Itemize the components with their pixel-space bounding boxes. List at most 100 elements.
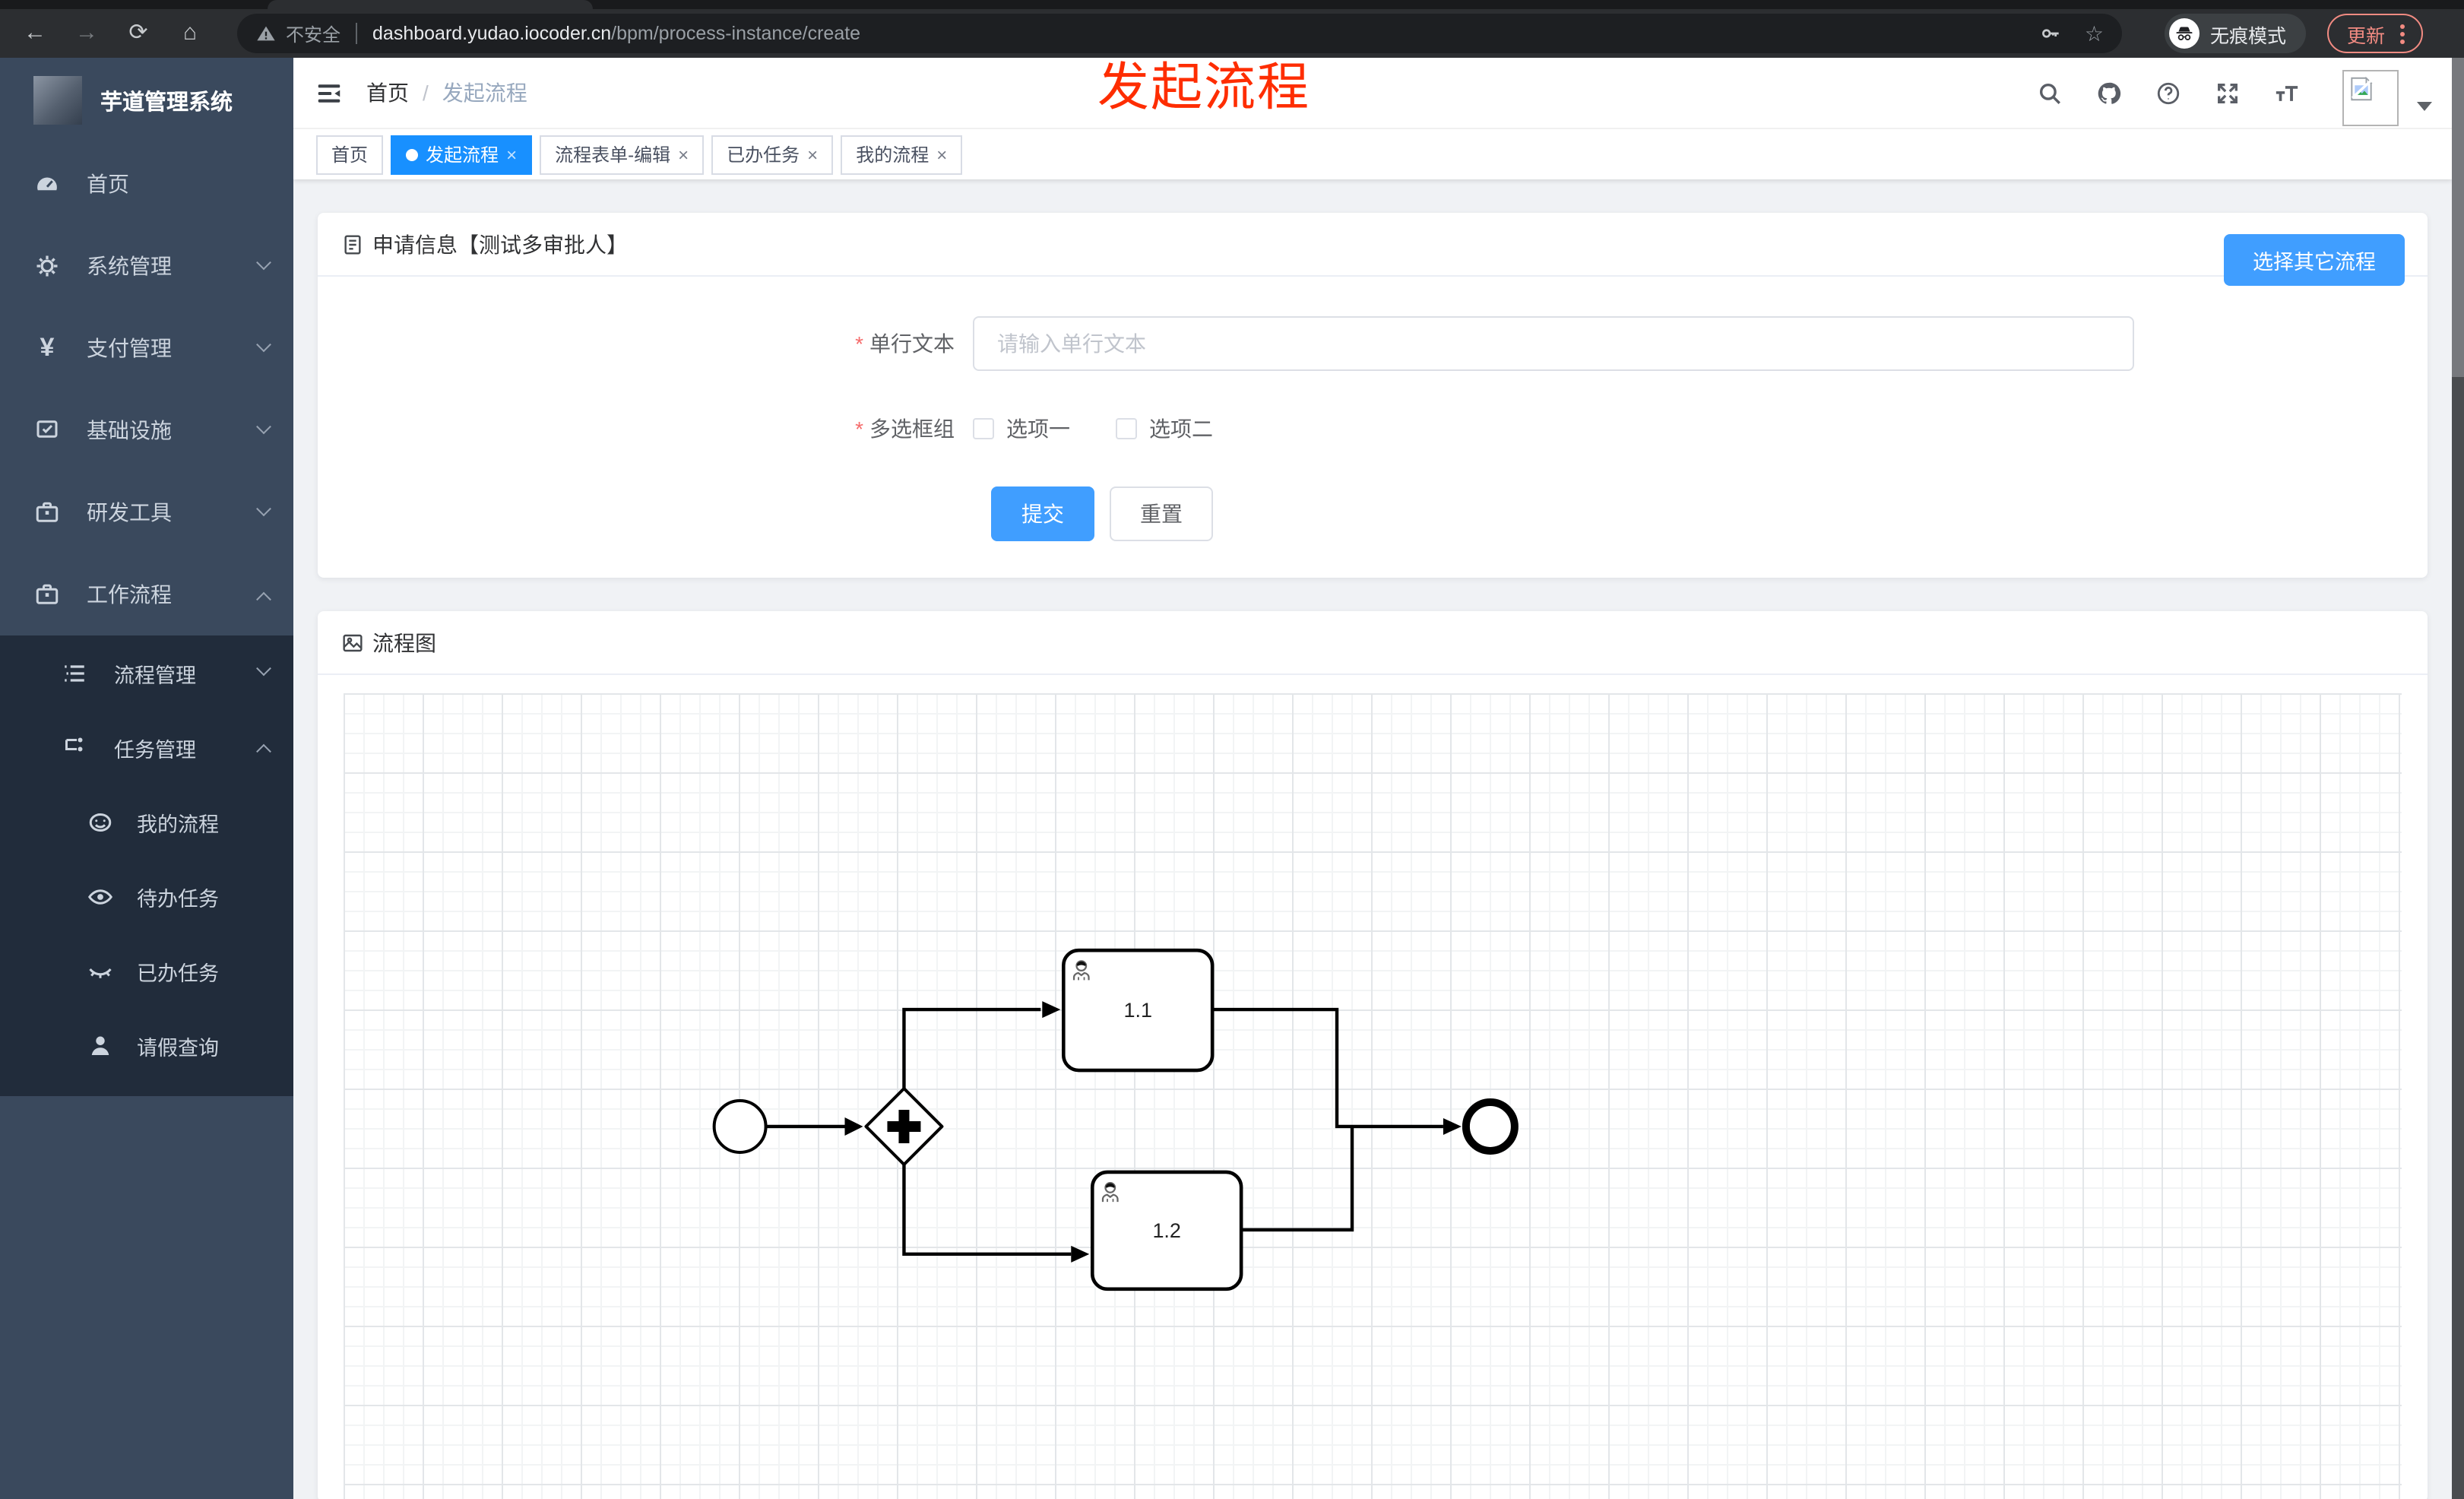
chevron-down-icon	[256, 336, 271, 352]
hamburger-icon[interactable]	[315, 78, 344, 107]
eye-closed-icon	[87, 957, 114, 984]
breadcrumb-home[interactable]: 首页	[366, 78, 409, 108]
avatar-caret-icon[interactable]	[2417, 102, 2432, 119]
scrollbar-thumb[interactable]	[2452, 58, 2464, 377]
sidebar-item-leave-query[interactable]: 请假查询	[0, 1008, 293, 1082]
text-field-label: * 单行文本	[855, 331, 955, 356]
arrowhead-icon	[844, 1117, 863, 1136]
sidebar-item-label: 系统管理	[87, 254, 172, 278]
browser-home-icon[interactable]: ⌂	[176, 20, 204, 47]
browser-back-icon[interactable]: ←	[21, 20, 49, 47]
chevron-down-icon	[256, 661, 271, 677]
page-scrollbar[interactable]	[2452, 58, 2464, 1499]
bpmn-flow-gateway-task1[interactable]	[902, 1007, 1041, 1089]
bpmn-user-task-1[interactable]: 1.1	[1062, 948, 1215, 1073]
close-icon[interactable]	[936, 145, 947, 163]
top-navbar: 首页 / 发起流程	[293, 58, 2452, 128]
update-button[interactable]: 更新	[2327, 14, 2424, 53]
sidebar-item-system-management[interactable]: 系统管理	[0, 225, 293, 307]
browser-menu-icon[interactable]	[2400, 31, 2405, 36]
chevron-down-icon	[256, 500, 271, 516]
workflow-icon	[33, 581, 61, 608]
sidebar-item-label: 首页	[87, 172, 129, 196]
checkbox-option-1[interactable]: 选项一	[973, 414, 1070, 444]
sidebar-item-label: 已办任务	[137, 962, 219, 984]
bpmn-flow-gateway-task2[interactable]	[902, 1164, 1072, 1257]
bpmn-flow-task2-end[interactable]	[1241, 1124, 1354, 1232]
bpmn-flow-task1-end[interactable]	[1212, 1007, 1443, 1129]
image-icon	[340, 630, 365, 654]
workflow-submenu: 流程管理 任务管理 我的流程 待办任务 已办任务 请假查询	[0, 635, 293, 1096]
browser-forward-icon[interactable]: →	[73, 20, 100, 47]
avatar[interactable]	[2342, 70, 2399, 126]
bpmn-diagram: 1.1 1.2	[712, 948, 1519, 1291]
tab-form-edit[interactable]: 流程表单-编辑	[540, 135, 705, 174]
bpmn-end-event[interactable]	[1462, 1098, 1519, 1155]
form-row-text: * 单行文本	[318, 316, 2428, 371]
application-info-card: 申请信息【测试多审批人】 选择其它流程 *单行文本 *多选框组 选项一	[318, 213, 2428, 578]
tab-label: 发起流程	[426, 144, 499, 166]
sidebar-item-payment-management[interactable]: ¥ 支付管理	[0, 307, 293, 389]
tab-home[interactable]: 首页	[316, 135, 384, 174]
tab-my-processes[interactable]: 我的流程	[841, 135, 963, 174]
sidebar-item-my-processes[interactable]: 我的流程	[0, 784, 293, 859]
app-title: 芋道管理系统	[100, 90, 233, 115]
tab-label: 流程表单-编辑	[555, 144, 671, 166]
fullscreen-icon[interactable]	[2215, 80, 2241, 106]
form-row-checkbox: * 多选框组 选项一 选项二	[318, 414, 2428, 444]
bpmn-canvas[interactable]: 1.1 1.2	[344, 693, 2402, 1499]
url-text: dashboard.yudao.iocoder.cn/bpm/process-i…	[372, 23, 860, 44]
browser-active-tab[interactable]	[268, 0, 593, 9]
sidebar-item-home[interactable]: 首页	[0, 143, 293, 225]
breadcrumb-separator: /	[423, 81, 429, 105]
tab-start-process[interactable]: 发起流程	[391, 135, 533, 174]
close-icon[interactable]	[506, 145, 517, 163]
sidebar-item-infrastructure[interactable]: 基础设施	[0, 389, 293, 471]
incognito-badge: 无痕模式	[2165, 14, 2307, 53]
browser-reload-icon[interactable]: ⟳	[125, 20, 152, 47]
form-buttons-row: 提交 重置	[991, 486, 2428, 541]
reset-button[interactable]: 重置	[1110, 486, 1213, 541]
choose-other-process-button[interactable]: 选择其它流程	[2224, 234, 2405, 286]
process-form: *单行文本 *多选框组 选项一 选项二	[318, 277, 2428, 578]
app-root: ← → ⟳ ⌂ 不安全 dashboard.yudao.iocoder.cn/b…	[0, 0, 2464, 1499]
bpmn-user-task-2[interactable]: 1.2	[1090, 1170, 1243, 1291]
arrowhead-icon	[1042, 1001, 1061, 1019]
logo-image	[33, 76, 82, 125]
sidebar-item-workflow[interactable]: 工作流程	[0, 553, 293, 635]
submit-button[interactable]: 提交	[991, 486, 1094, 541]
checkbox-icon[interactable]	[973, 418, 994, 439]
main-area: 首页 / 发起流程 首页 发起流程 × 流程表单-编辑 × 已办任务 × 我的流…	[293, 58, 2452, 1499]
sidebar-item-task-management[interactable]: 任务管理	[0, 710, 293, 784]
sidebar-item-process-management[interactable]: 流程管理	[0, 635, 293, 710]
process-diagram-card: 流程图 1.1 1.2	[318, 611, 2428, 1499]
bpmn-parallel-gateway[interactable]	[864, 1087, 944, 1166]
search-icon[interactable]	[2037, 80, 2063, 106]
eye-icon	[87, 883, 114, 910]
single-line-text-input[interactable]	[973, 316, 2134, 371]
task-label: 1.2	[1152, 1219, 1181, 1242]
checkbox-icon[interactable]	[1116, 418, 1137, 439]
bpmn-start-event[interactable]	[712, 1098, 768, 1154]
tab-label: 我的流程	[856, 144, 930, 166]
breadcrumb: 首页 / 发起流程	[366, 78, 527, 108]
sidebar-item-todo-tasks[interactable]: 待办任务	[0, 859, 293, 933]
font-size-icon[interactable]	[2274, 80, 2300, 106]
infrastructure-icon	[33, 417, 61, 444]
sidebar-item-dev-tools[interactable]: 研发工具	[0, 471, 293, 553]
close-icon[interactable]	[678, 145, 689, 163]
card-header: 流程图	[318, 611, 2428, 675]
sidebar: 芋道管理系统 首页 系统管理 ¥ 支付管理 基础设施 研发工具 工作流程 流程管…	[0, 58, 293, 1499]
password-key-icon[interactable]	[2039, 21, 2063, 46]
help-question-icon[interactable]	[2155, 80, 2181, 106]
chevron-down-icon	[256, 418, 271, 434]
incognito-icon	[2169, 18, 2200, 49]
bookmark-star-icon[interactable]: ☆	[2085, 21, 2104, 46]
sidebar-item-done-tasks[interactable]: 已办任务	[0, 933, 293, 1008]
sidebar-logo-row[interactable]: 芋道管理系统	[0, 58, 293, 143]
checkbox-label: 选项一	[1006, 417, 1070, 441]
tab-done-tasks[interactable]: 已办任务	[711, 135, 834, 174]
close-icon[interactable]	[807, 145, 818, 163]
github-icon[interactable]	[2096, 80, 2122, 106]
checkbox-option-2[interactable]: 选项二	[1116, 414, 1213, 444]
